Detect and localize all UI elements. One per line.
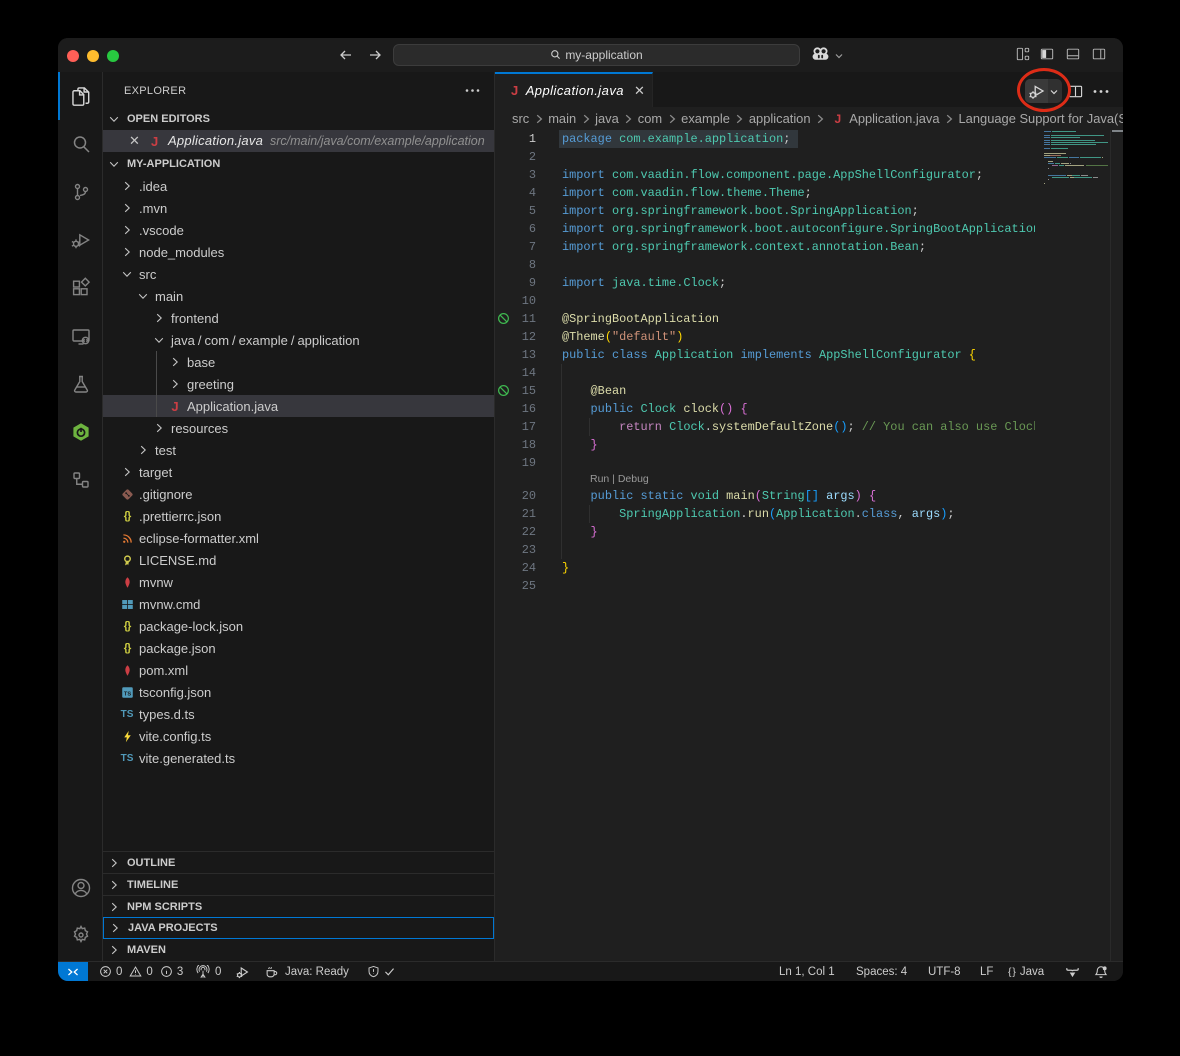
svg-text:TS: TS — [123, 691, 130, 697]
